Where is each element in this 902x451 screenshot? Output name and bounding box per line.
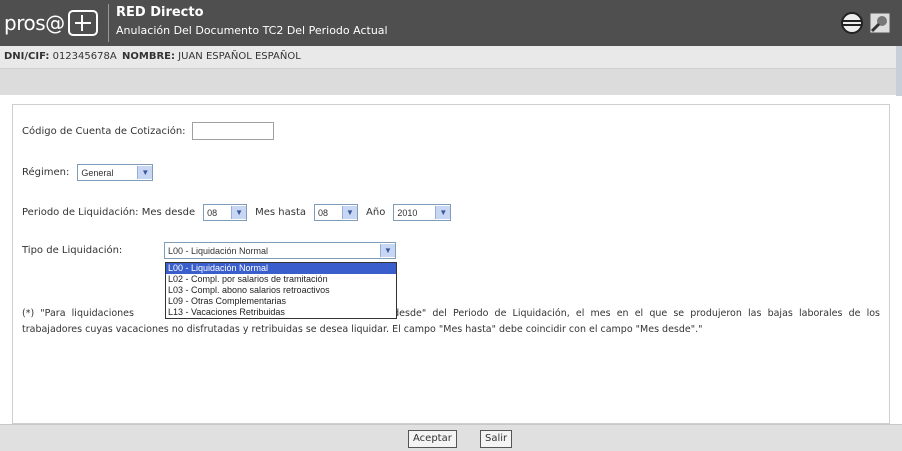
anio-select[interactable]: 2010 ▼ bbox=[393, 204, 452, 221]
chevron-down-icon: ▼ bbox=[342, 206, 358, 219]
page-title: Anulación Del Documento TC2 Del Periodo … bbox=[116, 24, 388, 37]
globe-icon[interactable] bbox=[840, 11, 864, 35]
tipo-row: Tipo de Liquidación: L00 - Liquidación N… bbox=[22, 242, 396, 259]
help-note: (*) "Para liquidaciones Mes desde" del Pe… bbox=[22, 306, 880, 338]
ccc-row: Código de Cuenta de Cotización: bbox=[22, 122, 274, 140]
tipo-dropdown-list: L00 - Liquidación Normal L02 - Compl. po… bbox=[165, 262, 397, 319]
tipo-option[interactable]: L13 - Vacaciones Retribuidas bbox=[166, 307, 396, 318]
dni-label: DNI/CIF: bbox=[4, 51, 50, 62]
chevron-down-icon: ▼ bbox=[137, 166, 153, 179]
mes-hasta-select[interactable]: 08 ▼ bbox=[314, 204, 359, 221]
tipo-option[interactable]: L03 - Compl. abono salarios retroactivos bbox=[166, 285, 396, 296]
dni-value: 012345678A bbox=[52, 51, 117, 62]
mes-hasta-value: 08 bbox=[318, 207, 329, 218]
regimen-label: Régimen: bbox=[22, 167, 70, 178]
mes-hasta-label: Mes hasta bbox=[255, 207, 307, 218]
mes-desde-value: 08 bbox=[207, 207, 218, 218]
periodo-row: Periodo de Liquidación: Mes desde 08 ▼ M… bbox=[22, 204, 452, 221]
header-divider bbox=[108, 4, 109, 42]
tipo-label: Tipo de Liquidación: bbox=[22, 245, 123, 256]
logo-text: pros@ bbox=[4, 11, 65, 35]
tipo-option[interactable]: L00 - Liquidación Normal bbox=[166, 263, 396, 274]
periodo-label: Periodo de Liquidación: Mes desde bbox=[22, 207, 196, 218]
app-title: RED Directo bbox=[116, 5, 204, 20]
note-end: Mes desde" del Periodo de Liquidación, e… bbox=[22, 308, 880, 335]
ccc-label: Código de Cuenta de Cotización: bbox=[22, 125, 186, 137]
right-scrollbar[interactable] bbox=[896, 46, 902, 96]
tipo-option[interactable]: L09 - Otras Complementarias bbox=[166, 296, 396, 307]
tipo-option[interactable]: L02 - Compl. por salarios de tramitación bbox=[166, 274, 396, 285]
tipo-select[interactable]: L00 - Liquidación Normal ▼ bbox=[164, 242, 396, 259]
note-start: (*) "Para liquidaciones bbox=[22, 308, 134, 319]
name-label: NOMBRE: bbox=[122, 51, 175, 62]
toolbar-strip bbox=[0, 69, 902, 95]
exit-button[interactable]: Salir bbox=[480, 430, 513, 448]
chevron-down-icon: ▼ bbox=[435, 206, 451, 219]
name-value: JUAN ESPAÑOL ESPAÑOL bbox=[178, 51, 301, 62]
tipo-value: L00 - Liquidación Normal bbox=[168, 245, 269, 256]
anio-label: Año bbox=[366, 207, 386, 218]
anio-value: 2010 bbox=[397, 207, 418, 218]
regimen-row: Régimen: General ▼ bbox=[22, 164, 154, 181]
form-panel bbox=[12, 104, 890, 424]
accept-button[interactable]: Aceptar bbox=[408, 430, 457, 448]
ccc-input[interactable] bbox=[191, 122, 274, 140]
prosa-logo: pros@ bbox=[4, 8, 98, 38]
chevron-down-icon: ▼ bbox=[231, 206, 247, 219]
settings-icon[interactable] bbox=[868, 11, 892, 35]
app-header: pros@ RED Directo Anulación Del Document… bbox=[0, 0, 902, 46]
logo-mark-icon bbox=[67, 10, 98, 36]
regimen-select[interactable]: General ▼ bbox=[77, 164, 154, 181]
footer-bar: Aceptar Salir bbox=[0, 424, 902, 451]
chevron-down-icon: ▼ bbox=[380, 244, 395, 257]
regimen-value: General bbox=[81, 167, 114, 178]
user-info-bar: DNI/CIF: 012345678A NOMBRE: JUAN ESPAÑOL… bbox=[0, 46, 902, 69]
mes-desde-select[interactable]: 08 ▼ bbox=[203, 204, 248, 221]
